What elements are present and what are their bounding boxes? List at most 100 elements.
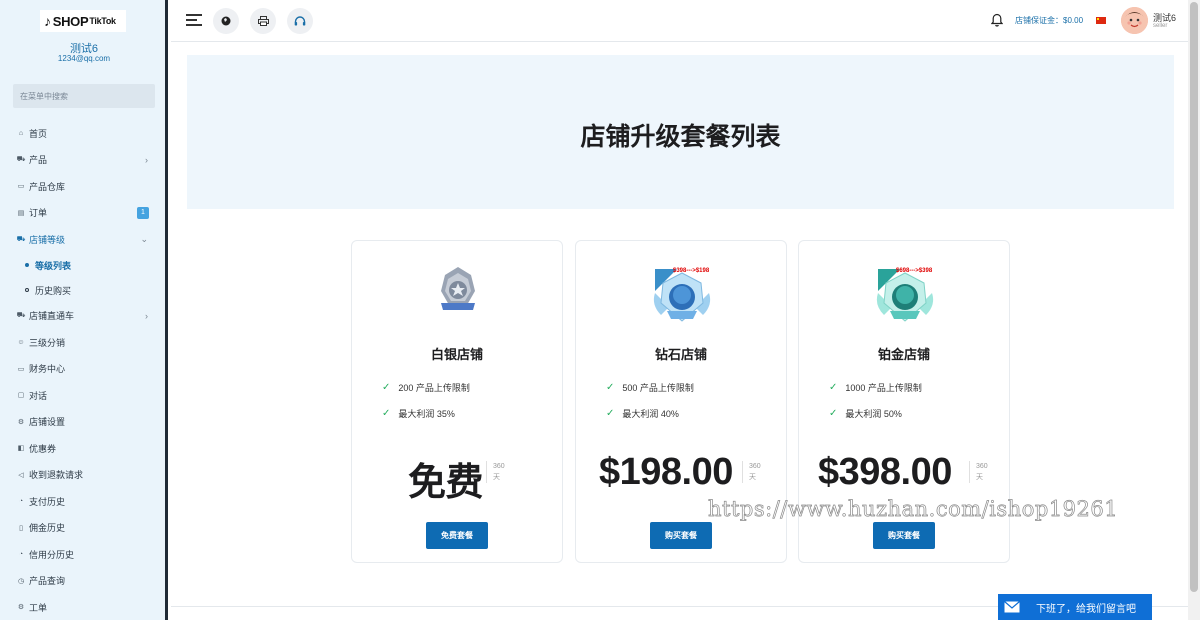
sidebar-item-label: 工单 <box>29 602 48 613</box>
history-icon: ◔ <box>18 497 24 505</box>
avatar[interactable] <box>1121 7 1148 34</box>
check-icon: ✓ <box>829 408 838 419</box>
check-icon: ✓ <box>382 408 391 419</box>
bell-icon[interactable] <box>991 13 1003 27</box>
check-icon: ✓ <box>829 382 838 393</box>
promo-price-tag: $698--->$398 <box>896 268 933 274</box>
coupon-icon: ◧ <box>17 445 25 453</box>
check-icon: ✓ <box>606 382 615 393</box>
plan-name: 白银店铺 <box>430 347 483 362</box>
sidebar-item-shop-settings[interactable]: ⚙ 店铺设置 <box>0 409 165 436</box>
leave-message-widget[interactable]: 下班了，给我们留言吧 <box>998 594 1152 620</box>
user-role: seller <box>1153 23 1168 29</box>
shop-deposit-label[interactable]: 店铺保证金：$0.00 <box>1015 15 1083 26</box>
shop-email: 1234@qq.com <box>57 54 111 63</box>
shop-level-icon: ⛟ <box>16 235 26 243</box>
brand-logo[interactable]: ♪ SHOP TikTok <box>40 10 126 32</box>
watermark-text: https://www.huzhan.com/ishop19261 <box>708 497 1119 522</box>
sidebar-item-label: 对话 <box>29 390 48 401</box>
history-icon: ◔ <box>18 550 24 558</box>
sidebar-item-warehouse[interactable]: ▭ 产品仓库 <box>0 173 165 200</box>
check-icon: ✓ <box>382 382 391 393</box>
sidebar-item-label: 产品仓库 <box>29 181 66 192</box>
scrollbar-thumb[interactable] <box>1190 2 1198 592</box>
free-plan-button[interactable]: 免费套餐 <box>426 522 488 549</box>
flag-icon[interactable] <box>1096 17 1106 24</box>
plan-feature: ✓ 最大利润 35% <box>382 408 455 419</box>
sidebar-item-finance[interactable]: ▭ 财务中心 <box>0 356 165 383</box>
sidebar-item-label: 店铺直通车 <box>29 311 75 322</box>
print-button[interactable] <box>250 8 276 34</box>
support-button[interactable] <box>287 8 313 34</box>
plan-feature: ✓ 最大利润 40% <box>606 408 679 419</box>
orders-count-badge: 1 <box>137 206 149 219</box>
plan-name: 铂金店铺 <box>877 347 930 362</box>
menu-search-input[interactable] <box>13 84 155 108</box>
sidebar-item-label: 佣金历史 <box>29 523 66 534</box>
chevron-right-icon: › <box>145 310 148 321</box>
buy-plan-button[interactable]: 购买套餐 <box>873 522 935 549</box>
sidebar-item-label: 支付历史 <box>29 496 66 507</box>
sidebar-item-label: 店铺设置 <box>29 417 66 428</box>
order-icon: ▤ <box>17 209 25 217</box>
sidebar-item-distribution[interactable]: ☺ 三级分销 <box>0 329 165 356</box>
settings-icon: ⚙ <box>17 418 25 426</box>
sidebar-item-label: 产品查询 <box>29 576 66 587</box>
sidebar-item-label: 首页 <box>29 128 48 139</box>
language-button[interactable] <box>213 8 239 34</box>
plan-price: 免费 <box>408 462 484 504</box>
plan-feature: ✓ 200 产品上传限制 <box>382 382 470 393</box>
home-icon: ⌂ <box>18 129 24 137</box>
cart-icon: ⛟ <box>16 156 26 164</box>
submenu-item-label: 等级列表 <box>35 260 72 271</box>
plan-price: $198.00 <box>599 451 733 493</box>
sidebar-item-label: 店铺等级 <box>29 234 66 245</box>
query-icon: ◷ <box>17 577 25 585</box>
silver-badge-icon <box>441 267 475 310</box>
sidebar-item-commission-history[interactable]: ▯ 佣金历史 <box>0 515 165 542</box>
sidebar-item-credit-history[interactable]: ◔ 信用分历史 <box>0 541 165 568</box>
sidebar-item-shop-express[interactable]: ⛟ 店铺直通车 › <box>0 303 165 330</box>
sidebar-item-payment-history[interactable]: ◔ 支付历史 <box>0 488 165 515</box>
bullet-icon <box>25 263 29 267</box>
sidebar-item-product-query[interactable]: ◷ 产品查询 <box>0 568 165 595</box>
sidebar-item-label: 收到退款请求 <box>29 470 84 481</box>
user-icon: ☺ <box>17 338 25 346</box>
sidebar-item-products[interactable]: ⛟ 产品 › <box>0 147 165 174</box>
submenu-item-purchase-history[interactable]: 历史购买 <box>0 278 165 303</box>
globe-icon <box>221 16 231 26</box>
check-icon: ✓ <box>606 408 615 419</box>
sidebar-item-shop-level[interactable]: ⛟ 店铺等级 ⌄ <box>0 226 165 253</box>
top-header: 店铺保证金：$0.00 测试6 seller <box>171 0 1188 42</box>
sidebar-item-label: 订单 <box>29 208 48 219</box>
plan-card-silver: 白银店铺 ✓ 200 产品上传限制 ✓ 最大利润 35% 免费 360 天 免费套餐 <box>351 240 563 563</box>
bullet-icon <box>25 288 29 292</box>
chevron-right-icon: › <box>145 154 148 165</box>
sidebar-item-refund-requests[interactable]: ◁ 收到退款请求 <box>0 462 165 489</box>
sidebar-item-label: 财务中心 <box>29 364 66 375</box>
menu-toggle-icon[interactable] <box>186 14 202 26</box>
sidebar-scroll-thumb[interactable] <box>165 565 168 620</box>
page-title: 店铺升级套餐列表 <box>580 123 781 151</box>
sidebar-item-coupons[interactable]: ◧ 优惠券 <box>0 435 165 462</box>
plan-feature: ✓ 1000 产品上传限制 <box>829 382 922 393</box>
sidebar-item-chat[interactable]: ▢ 对话 <box>0 382 165 409</box>
chevron-down-icon: ⌄ <box>140 233 148 244</box>
sidebar-item-orders[interactable]: ▤ 订单 1 <box>0 200 165 227</box>
page-scrollbar[interactable] <box>1188 0 1200 620</box>
sidebar-item-tickets[interactable]: ⚙ 工单 <box>0 594 165 620</box>
sidebar-item-label: 优惠券 <box>29 443 57 454</box>
finance-icon: ▭ <box>17 365 25 373</box>
plan-period: 360 天 <box>742 461 761 483</box>
sidebar-item-label: 信用分历史 <box>29 549 75 560</box>
plan-period: 360 天 <box>969 461 988 483</box>
sidebar-menu: ⌂ 首页 ⛟ 产品 › ▭ 产品仓库 ▤ 订单 1 ⛟ 店铺等级 ⌄ 等级列表 … <box>0 120 165 620</box>
plan-price: $398.00 <box>818 451 952 493</box>
submenu-item-level-list[interactable]: 等级列表 <box>0 253 165 278</box>
car-icon: ⛟ <box>16 312 26 320</box>
print-icon <box>257 16 269 26</box>
envelope-icon <box>1004 601 1020 613</box>
buy-plan-button[interactable]: 购买套餐 <box>650 522 712 549</box>
sidebar-item-home[interactable]: ⌂ 首页 <box>0 120 165 147</box>
chat-icon: ▢ <box>17 392 25 400</box>
